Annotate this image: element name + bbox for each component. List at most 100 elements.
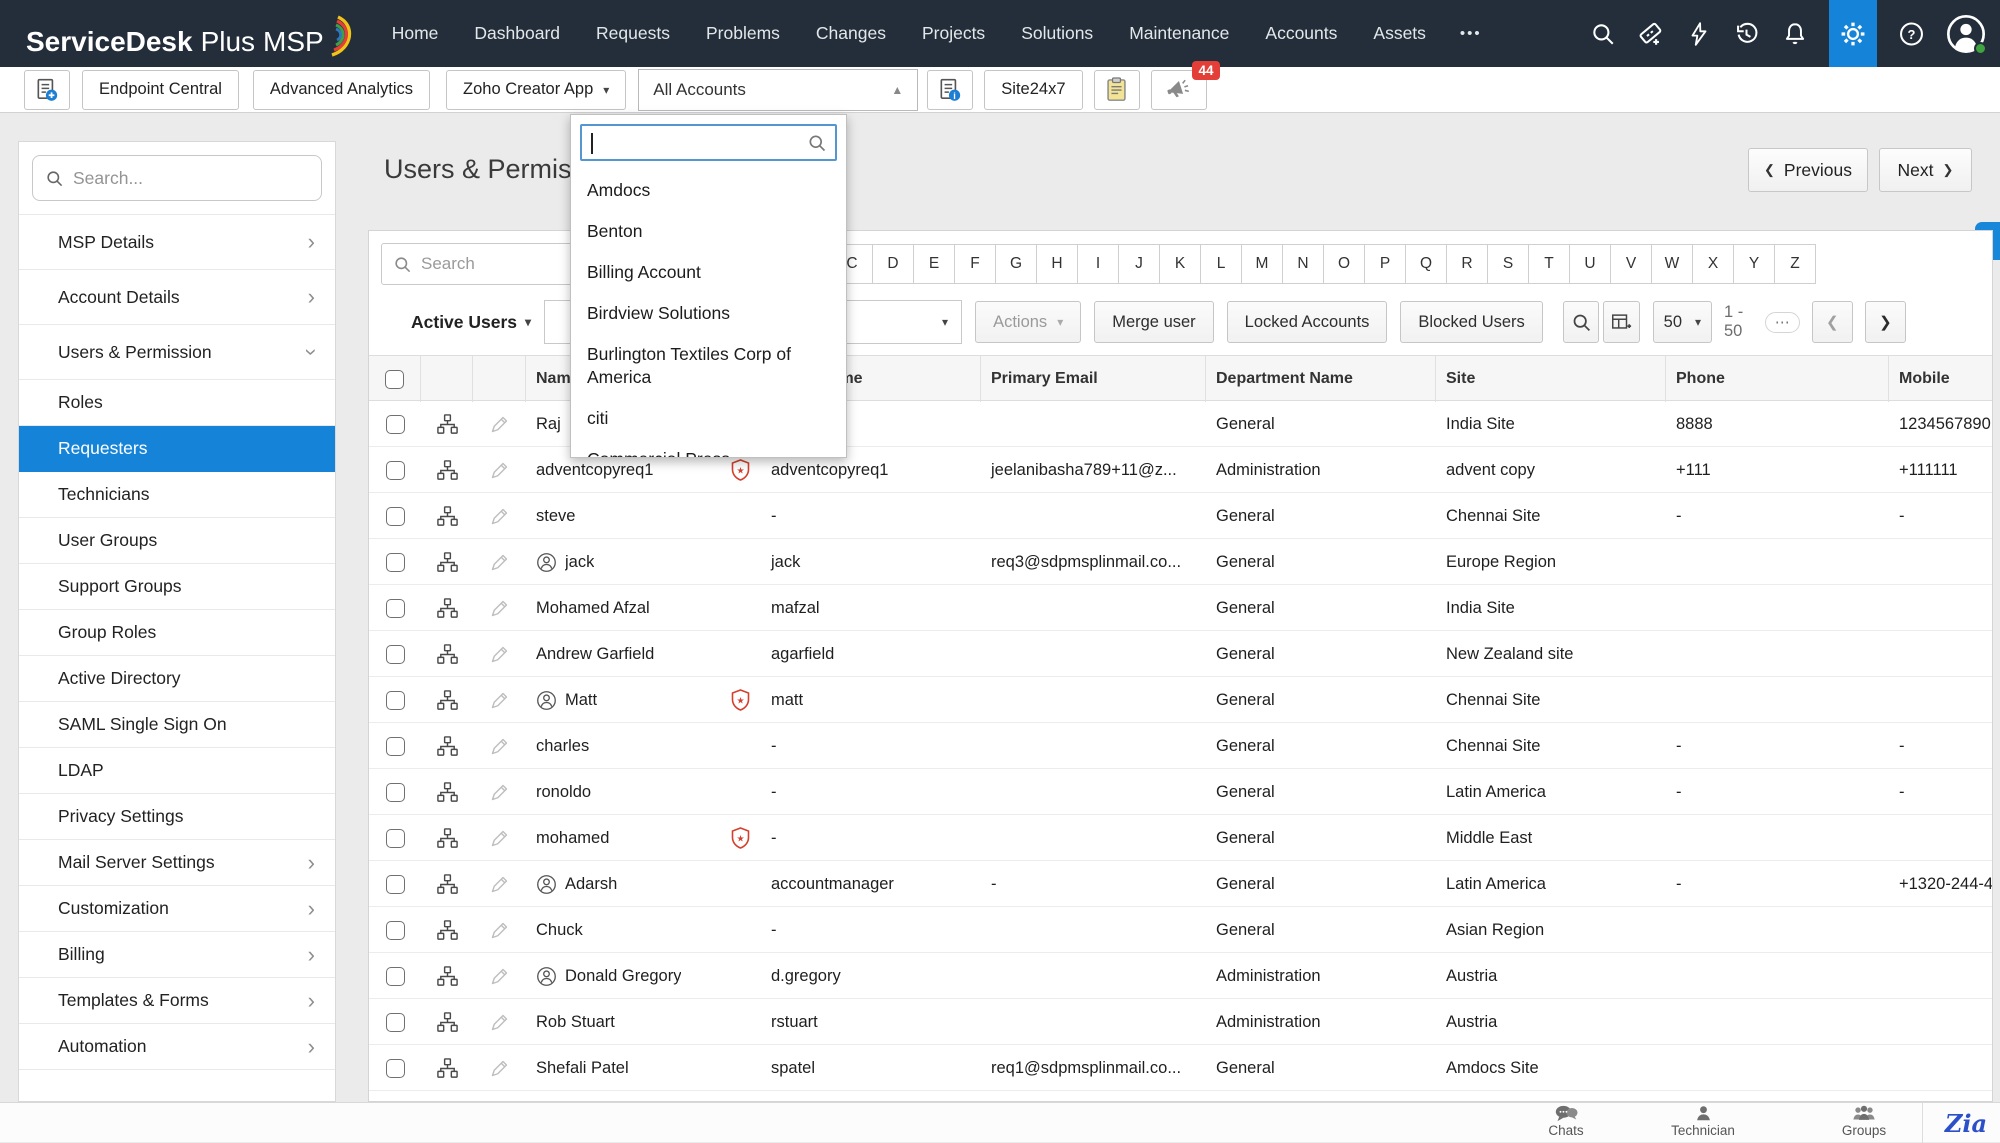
merge-user-button[interactable]: Merge user — [1094, 301, 1213, 343]
edit-cell[interactable] — [473, 769, 526, 815]
sidebar-item[interactable]: Group Roles › › — [19, 610, 335, 656]
org-chart-cell[interactable] — [421, 677, 473, 723]
nav-item[interactable]: Maintenance — [1129, 23, 1229, 44]
edit-cell[interactable] — [473, 907, 526, 953]
advanced-analytics-button[interactable]: Advanced Analytics — [253, 70, 430, 110]
letter-filter[interactable]: U — [1569, 244, 1611, 284]
edit-cell[interactable] — [473, 953, 526, 999]
row-checkbox[interactable] — [386, 1013, 405, 1032]
letter-filter[interactable]: L — [1200, 244, 1242, 284]
letter-filter[interactable]: O — [1323, 244, 1365, 284]
groups-button[interactable]: Groups — [1819, 1105, 1909, 1138]
letter-filter[interactable]: P — [1364, 244, 1406, 284]
sidebar-item[interactable]: Privacy Settings › › — [19, 794, 335, 840]
letter-filter[interactable]: E — [913, 244, 955, 284]
edit-cell[interactable] — [473, 493, 526, 539]
sidebar-item[interactable]: User Groups › › — [19, 518, 335, 564]
sidebar-item[interactable]: MSP Details › › — [19, 215, 335, 270]
help-icon[interactable]: ? — [1898, 20, 1925, 47]
sidebar-search-box[interactable] — [32, 155, 322, 201]
add-request-doc-button[interactable] — [24, 70, 70, 110]
letter-filter[interactable]: D — [872, 244, 914, 284]
letter-filter[interactable]: F — [954, 244, 996, 284]
org-chart-cell[interactable] — [421, 1045, 473, 1091]
org-chart-cell[interactable] — [421, 861, 473, 907]
letter-filter[interactable]: Z — [1774, 244, 1816, 284]
letter-filter[interactable]: X — [1692, 244, 1734, 284]
org-chart-cell[interactable] — [421, 447, 473, 493]
app-logo[interactable]: ServiceDesk Plus MSP — [26, 9, 356, 58]
edit-cell[interactable] — [473, 631, 526, 677]
org-chart-cell[interactable] — [421, 401, 473, 447]
edit-cell[interactable] — [473, 677, 526, 723]
locked-accounts-button[interactable]: Locked Accounts — [1227, 301, 1388, 343]
org-chart-cell[interactable] — [421, 585, 473, 631]
settings-gear-active[interactable] — [1829, 0, 1877, 67]
org-chart-cell[interactable] — [421, 723, 473, 769]
nav-item[interactable]: Requests — [596, 23, 670, 44]
sidebar-item[interactable]: Account Details › › — [19, 270, 335, 325]
edit-cell[interactable] — [473, 861, 526, 907]
sidebar-item[interactable]: Technicians › › — [19, 472, 335, 518]
account-option[interactable]: Amdocs — [571, 170, 846, 211]
row-checkbox[interactable] — [386, 829, 405, 848]
letter-filter[interactable]: K — [1159, 244, 1201, 284]
view-selector[interactable]: Active Users ▾ — [411, 312, 531, 333]
row-checkbox[interactable] — [386, 875, 405, 894]
org-chart-cell[interactable] — [421, 999, 473, 1045]
sidebar-item[interactable]: Templates & Forms › › — [19, 978, 335, 1024]
letter-filter[interactable]: I — [1077, 244, 1119, 284]
search-icon[interactable] — [1589, 20, 1616, 47]
edit-cell[interactable] — [473, 401, 526, 447]
letter-filter[interactable]: R — [1446, 244, 1488, 284]
row-checkbox[interactable] — [386, 507, 405, 526]
account-option[interactable]: Burlington Textiles Corp of America — [571, 334, 846, 398]
sidebar-item[interactable]: Requesters › › — [19, 426, 335, 472]
edit-cell[interactable] — [473, 539, 526, 585]
letter-filter[interactable]: M — [1241, 244, 1283, 284]
chats-button[interactable]: Chats — [1521, 1105, 1611, 1138]
next-page-button[interactable]: ❯ — [1865, 301, 1906, 343]
row-checkbox[interactable] — [386, 461, 405, 480]
nav-more-menu[interactable]: ••• — [1460, 25, 1482, 42]
edit-cell[interactable] — [473, 723, 526, 769]
letter-filter[interactable]: G — [995, 244, 1037, 284]
next-button[interactable]: Next ❯ — [1879, 148, 1972, 192]
sidebar-item[interactable]: Roles › › — [19, 380, 335, 426]
blocked-users-button[interactable]: Blocked Users — [1400, 301, 1542, 343]
row-checkbox[interactable] — [386, 737, 405, 756]
sidebar-item[interactable]: Users & Permission › › — [19, 325, 335, 380]
org-chart-cell[interactable] — [421, 539, 473, 585]
org-chart-cell[interactable] — [421, 907, 473, 953]
sidebar-item[interactable]: Customization › › — [19, 886, 335, 932]
column-chooser-button[interactable] — [1603, 301, 1639, 343]
sidebar-item[interactable]: Automation › › — [19, 1024, 335, 1070]
account-info-doc-button[interactable]: i — [927, 70, 973, 110]
row-checkbox[interactable] — [386, 553, 405, 572]
account-option[interactable]: citi — [571, 398, 846, 439]
technician-button[interactable]: Technician — [1658, 1105, 1748, 1138]
row-checkbox[interactable] — [386, 645, 405, 664]
edit-cell[interactable] — [473, 585, 526, 631]
column-header-department[interactable]: Department Name — [1206, 356, 1436, 402]
history-icon[interactable] — [1733, 20, 1760, 47]
org-chart-cell[interactable] — [421, 769, 473, 815]
letter-filter[interactable]: Q — [1405, 244, 1447, 284]
sidebar-item[interactable]: Billing › › — [19, 932, 335, 978]
zia-assistant-button[interactable]: Zia — [1932, 1103, 2000, 1143]
clipboard-button[interactable] — [1094, 70, 1140, 110]
endpoint-central-button[interactable]: Endpoint Central — [82, 70, 239, 110]
announcement-button[interactable]: 44 — [1151, 70, 1207, 110]
row-checkbox[interactable] — [386, 967, 405, 986]
sidebar-item[interactable]: SAML Single Sign On › › — [19, 702, 335, 748]
sidebar-item[interactable]: Mail Server Settings › › — [19, 840, 335, 886]
prev-page-button[interactable]: ❮ — [1812, 301, 1853, 343]
ticket-add-icon[interactable] — [1637, 20, 1664, 47]
nav-item[interactable]: Changes — [816, 23, 886, 44]
account-option[interactable]: Benton — [571, 211, 846, 252]
nav-item[interactable]: Problems — [706, 23, 780, 44]
site24x7-button[interactable]: Site24x7 — [984, 70, 1082, 110]
edit-cell[interactable] — [473, 999, 526, 1045]
account-search-input[interactable] — [592, 128, 807, 157]
lightning-icon[interactable] — [1685, 20, 1712, 47]
